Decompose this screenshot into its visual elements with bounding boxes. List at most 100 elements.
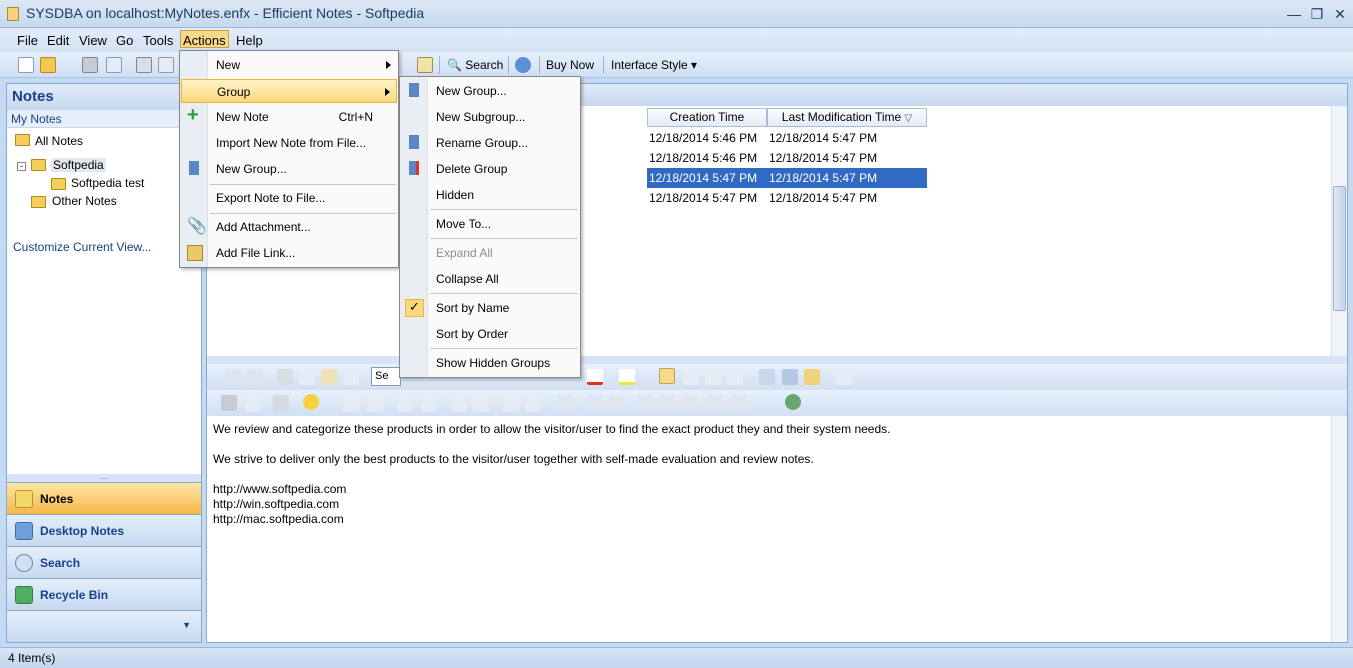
menu-item-hidden[interactable]: Hidden	[401, 183, 579, 207]
cell-creation[interactable]: 12/18/2014 5:46 PM	[647, 148, 767, 168]
row-icon[interactable]	[637, 395, 653, 411]
find-icon[interactable]	[273, 395, 289, 411]
row-icon[interactable]	[659, 395, 675, 411]
menu-edit[interactable]: Edit	[45, 32, 71, 50]
menu-go[interactable]: Go	[114, 32, 135, 50]
nav-desktop-notes[interactable]: Desktop Notes	[7, 514, 201, 546]
all-notes-item[interactable]: All Notes	[35, 134, 83, 148]
menu-tools[interactable]: Tools	[141, 32, 175, 50]
menu-item-new[interactable]: New	[181, 53, 397, 77]
menu-item-delete-group[interactable]: Delete Group	[401, 157, 579, 181]
nav-more[interactable]: ▼	[7, 610, 201, 642]
editor-scrollbar[interactable]	[1331, 416, 1347, 642]
maximize-button[interactable]: ❐	[1306, 5, 1328, 23]
menu-actions[interactable]: Actions	[180, 30, 229, 48]
copy-icon[interactable]	[299, 369, 315, 385]
font-color-icon[interactable]	[587, 369, 603, 385]
scroll-thumb[interactable]	[1333, 186, 1346, 311]
note-icon[interactable]	[417, 57, 433, 73]
menu-item-export[interactable]: Export Note to File...	[181, 186, 397, 210]
tree-item-softpedia-test[interactable]: Softpedia test	[71, 176, 144, 190]
cut-icon[interactable]	[136, 57, 152, 73]
print-icon[interactable]	[82, 57, 98, 73]
search-button[interactable]: 🔍 Search	[443, 55, 507, 75]
numbering-icon[interactable]	[367, 395, 383, 411]
copy-icon[interactable]	[158, 57, 174, 73]
close-button[interactable]: ✕	[1329, 5, 1351, 23]
indent-icon[interactable]	[421, 395, 437, 411]
menu-item-collapse-all[interactable]: Collapse All	[401, 267, 579, 291]
grow-font-icon[interactable]	[503, 395, 519, 411]
menu-item-sort-by-name[interactable]: ✓ Sort by Name	[401, 296, 579, 320]
note-link[interactable]: http://win.softpedia.com	[213, 497, 1325, 512]
print-preview-icon[interactable]	[245, 395, 261, 411]
note-editor[interactable]: We review and categorize these products …	[207, 416, 1331, 642]
column-icon[interactable]	[707, 395, 723, 411]
column-creation-time[interactable]: Creation Time	[647, 108, 767, 127]
print-preview-icon[interactable]	[106, 57, 122, 73]
note-link[interactable]: http://mac.softpedia.com	[213, 512, 1325, 527]
cell-modified[interactable]: 12/18/2014 5:47 PM	[767, 148, 927, 168]
column-icon[interactable]	[731, 395, 747, 411]
tree-item-other-notes[interactable]: Other Notes	[52, 194, 117, 208]
menu-item-new-note[interactable]: + New Note Ctrl+N	[181, 105, 397, 129]
spellcheck-icon[interactable]	[836, 369, 852, 385]
cell-creation[interactable]: 12/18/2014 5:47 PM	[647, 168, 767, 188]
new-icon[interactable]	[18, 57, 34, 73]
splitter[interactable]	[207, 356, 1347, 364]
menu-item-new-group[interactable]: New Group...	[181, 157, 397, 181]
customize-view-link[interactable]: Customize Current View...	[13, 240, 152, 254]
menu-item-show-hidden-groups[interactable]: Show Hidden Groups	[401, 351, 579, 375]
highlight-icon[interactable]	[619, 369, 635, 385]
file-link-icon[interactable]	[804, 369, 820, 385]
cell-modified[interactable]: 12/18/2014 5:47 PM	[767, 188, 927, 208]
bullets-icon[interactable]	[343, 395, 359, 411]
table-icon[interactable]	[587, 395, 603, 411]
cell-modified[interactable]: 12/18/2014 5:47 PM	[767, 168, 927, 188]
column-icon[interactable]	[681, 395, 697, 411]
align-left-icon[interactable]	[659, 368, 675, 384]
insert-image-icon[interactable]	[759, 369, 775, 385]
tree-item-softpedia[interactable]: Softpedia	[51, 158, 106, 172]
align-right-icon[interactable]	[705, 369, 721, 385]
insert-table-icon[interactable]	[557, 395, 573, 411]
font-select[interactable]: Se	[371, 367, 401, 386]
emoticon-icon[interactable]	[303, 394, 319, 410]
menu-view[interactable]: View	[77, 32, 109, 50]
menu-item-new-subgroup[interactable]: New Subgroup...	[401, 105, 579, 129]
menu-item-add-file-link[interactable]: Add File Link...	[181, 241, 397, 265]
undo-icon[interactable]	[225, 369, 241, 385]
menu-item-group[interactable]: Group	[181, 79, 397, 103]
attachment-icon[interactable]	[782, 369, 798, 385]
menu-item-new-group[interactable]: New Group...	[401, 79, 579, 103]
buy-now-button[interactable]: Buy Now	[542, 55, 598, 75]
cell-creation[interactable]: 12/18/2014 5:47 PM	[647, 188, 767, 208]
menu-item-sort-by-order[interactable]: Sort by Order	[401, 322, 579, 346]
cell-creation[interactable]: 12/18/2014 5:46 PM	[647, 128, 767, 148]
shrink-font-icon[interactable]	[525, 395, 541, 411]
nav-notes[interactable]: Notes	[7, 482, 201, 514]
menu-item-move-to[interactable]: Move To...	[401, 212, 579, 236]
nav-search[interactable]: Search	[7, 546, 201, 578]
menu-help[interactable]: Help	[234, 32, 265, 50]
subscript-icon[interactable]	[473, 395, 489, 411]
redo-icon[interactable]	[247, 369, 263, 385]
minimize-button[interactable]: —	[1283, 5, 1305, 23]
menu-file[interactable]: File	[15, 32, 40, 50]
menu-item-import[interactable]: Import New Note from File...	[181, 131, 397, 155]
table-icon[interactable]	[609, 395, 625, 411]
cut-icon[interactable]	[277, 369, 293, 385]
collapse-toggle[interactable]: -	[17, 162, 26, 171]
menu-item-add-attachment[interactable]: 📎 Add Attachment...	[181, 215, 397, 239]
web-icon[interactable]	[785, 394, 801, 410]
cell-modified[interactable]: 12/18/2014 5:47 PM	[767, 128, 927, 148]
justify-icon[interactable]	[727, 369, 743, 385]
column-last-modification[interactable]: Last Modification Time ▽	[767, 108, 927, 127]
print-icon[interactable]	[221, 395, 237, 411]
paste-icon[interactable]	[321, 369, 337, 385]
interface-style-button[interactable]: Interface Style ▾	[607, 55, 701, 75]
help-icon[interactable]	[515, 57, 531, 73]
delete-icon[interactable]	[343, 369, 359, 385]
superscript-icon[interactable]	[451, 395, 467, 411]
menu-item-rename-group[interactable]: Rename Group...	[401, 131, 579, 155]
